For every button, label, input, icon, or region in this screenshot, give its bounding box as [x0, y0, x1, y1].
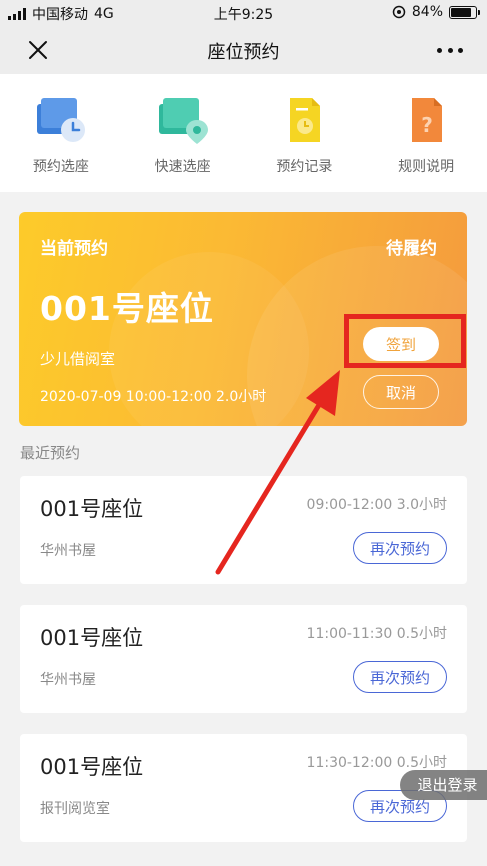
recent-item: 001号座位 11:00-11:30 0.5小时 华州书屋 再次预约 [20, 605, 467, 713]
quick-seat-icon [158, 98, 208, 144]
annotation-highlight-box [344, 314, 466, 368]
seat-number: 001号座位 [40, 626, 144, 650]
rebook-button[interactable]: 再次预约 [353, 532, 447, 564]
status-badge: 待履约 [386, 239, 437, 259]
seat-number: 001号座位 [40, 289, 214, 328]
room-name: 报刊阅览室 [40, 801, 110, 817]
page-title: 座位预约 [207, 42, 280, 63]
battery-percent: 84% [411, 4, 443, 20]
seat-number: 001号座位 [40, 497, 144, 521]
menu-label: 预约选座 [32, 159, 89, 175]
rules-icon: ? [412, 98, 443, 142]
seat-booking-icon [36, 98, 85, 142]
rebook-button[interactable]: 再次预约 [353, 661, 447, 693]
cancel-button[interactable]: 取消 [363, 375, 439, 409]
menu-item-records[interactable]: 预约记录 [244, 74, 366, 192]
svg-text:?: ? [421, 113, 433, 137]
menu-label: 预约记录 [276, 159, 333, 175]
time-range: 09:00-12:00 3.0小时 [306, 497, 447, 513]
battery-icon [449, 5, 480, 19]
reservation-datetime: 2020-07-09 10:00-12:00 2.0小时 [40, 389, 267, 405]
more-menu-icon[interactable] [437, 40, 463, 60]
menu-item-quick-seat[interactable]: 快速选座 [122, 74, 244, 192]
seat-number: 001号座位 [40, 755, 144, 779]
menu-label: 规则说明 [398, 159, 455, 175]
logout-button[interactable]: 退出登录 [400, 770, 487, 800]
menu-item-rules[interactable]: ? 规则说明 [365, 74, 487, 192]
quick-menu: 预约选座 快速选座 预约记录 ? 规则说明 [0, 74, 487, 192]
menu-label: 快速选座 [154, 159, 211, 175]
recent-section-title: 最近预约 [20, 444, 81, 462]
room-name: 华州书屋 [40, 543, 96, 559]
recent-item: 001号座位 09:00-12:00 3.0小时 华州书屋 再次预约 [20, 476, 467, 584]
room-name: 少儿借阅室 [40, 350, 116, 368]
time-range: 11:30-12:00 0.5小时 [306, 755, 447, 771]
current-reservation-label: 当前预约 [40, 239, 108, 259]
status-bar: 中国移动 4G 上午9:25 84% [0, 0, 487, 26]
menu-item-seat-booking[interactable]: 预约选座 [0, 74, 122, 192]
record-icon [290, 98, 321, 142]
time-range: 11:00-11:30 0.5小时 [306, 626, 447, 642]
orientation-lock-icon [392, 5, 406, 19]
room-name: 华州书屋 [40, 672, 96, 688]
nav-bar: 座位预约 [0, 26, 487, 74]
